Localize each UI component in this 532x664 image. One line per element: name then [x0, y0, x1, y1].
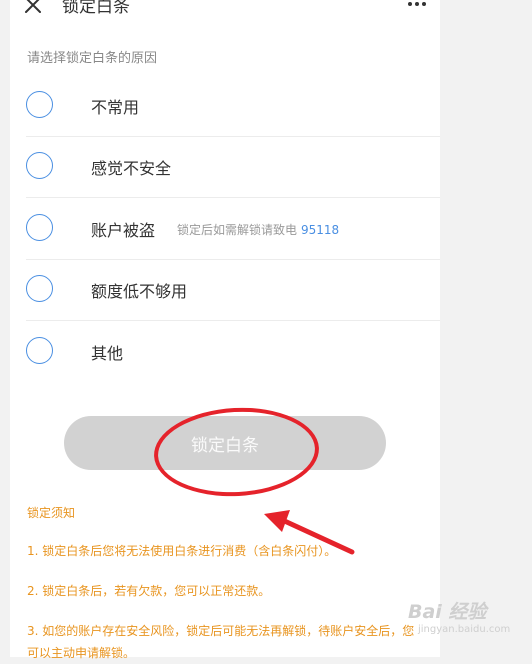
watermark-logo: Bai 经验 [408, 601, 487, 623]
reason-option-not-used[interactable]: 不常用 [10, 76, 440, 137]
option-label: 感觉不安全 [91, 159, 172, 178]
option-note: 锁定后如需解锁请致电 95118 [177, 221, 339, 238]
option-label: 其他 [91, 344, 124, 363]
more-dot-icon [415, 2, 419, 6]
notice-item-3: 3. 如您的账户存在安全风险，锁定后可能无法再解锁，待账户安全后，您可以主动申请… [27, 624, 415, 660]
watermark-url: jingyan.baidu.com [418, 624, 511, 635]
option-label: 不常用 [91, 98, 140, 117]
close-icon [25, 0, 41, 13]
note-text: 锁定后如需解锁请致电 [177, 223, 298, 237]
radio-button[interactable] [26, 91, 53, 118]
more-dot-icon [422, 2, 426, 6]
divider [26, 197, 440, 198]
option-label: 额度低不够用 [91, 282, 188, 301]
reason-option-low-limit[interactable]: 额度低不够用 [10, 260, 440, 321]
reason-option-other[interactable]: 其他 [10, 322, 440, 383]
phone-number[interactable]: 95118 [301, 223, 339, 237]
baidu-jingyan-watermark: Bai 经验 jingyan.baidu.com [408, 597, 532, 641]
more-dot-icon [408, 2, 412, 6]
divider [26, 320, 440, 321]
radio-button[interactable] [26, 275, 53, 302]
notice-item-2: 2. 锁定白条后，若有欠款，您可以正常还款。 [27, 584, 271, 598]
annotation-arrow-icon [264, 510, 355, 555]
radio-button[interactable] [26, 152, 53, 179]
notice-title: 锁定须知 [27, 506, 76, 520]
reason-hint: 请选择锁定白条的原因 [27, 51, 158, 66]
radio-button[interactable] [26, 214, 53, 241]
radio-button[interactable] [26, 337, 53, 364]
close-button[interactable] [22, 0, 44, 16]
more-button[interactable] [402, 0, 432, 14]
top-bar: 锁定白条 [10, 0, 440, 24]
reason-option-unsafe[interactable]: 感觉不安全 [10, 137, 440, 198]
page-title: 锁定白条 [62, 0, 130, 17]
notice-item-1: 1. 锁定白条后您将无法使用白条进行消费（含白条闪付）。 [27, 544, 337, 558]
lock-page: 锁定白条 请选择锁定白条的原因 不常用 感觉不安全 账户被盗 锁定后如需解锁请致… [10, 0, 440, 660]
reason-option-stolen[interactable]: 账户被盗 锁定后如需解锁请致电 95118 [10, 199, 440, 260]
option-label: 账户被盗 [91, 221, 156, 240]
